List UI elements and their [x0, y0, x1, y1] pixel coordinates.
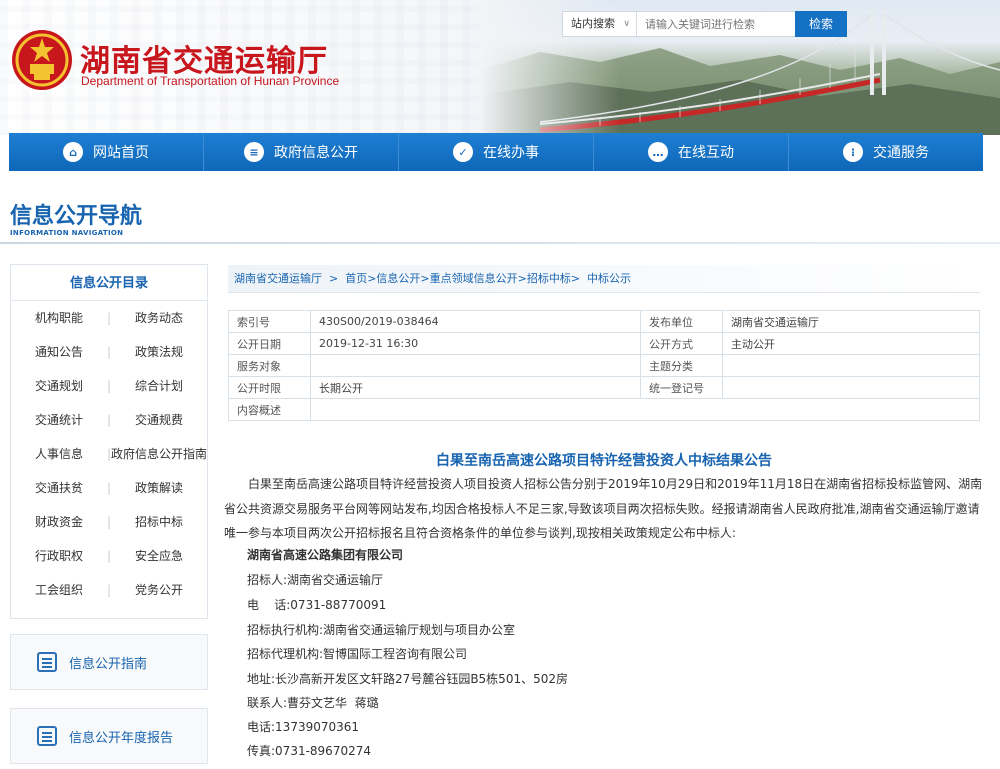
article-line: 电话:13739070361 [247, 720, 360, 734]
nav-item-traffic-services[interactable]: ⁝ 交通服务 [789, 133, 983, 171]
catalog-row: 交通规划 | 综合计划 [11, 369, 207, 403]
meta-row: 公开时限 长期公开 统一登记号 [228, 376, 980, 399]
catalog-link[interactable]: 交通规费 [111, 403, 207, 437]
section-subtitle: INFORMATION NAVIGATION [10, 229, 124, 237]
meta-label: 主题分类 [640, 354, 723, 377]
meta-label: 统一登记号 [640, 376, 723, 399]
check-icon: ✓ [453, 142, 473, 162]
article-body: 白果至南岳高速公路项目特许经营投资人项目投资人招标公告分别于2019年10月29… [224, 477, 983, 540]
national-emblem-logo [12, 30, 72, 90]
meta-row: 公开日期 2019-12-31 16:30 公开方式 主动公开 [228, 332, 980, 355]
catalog-link[interactable]: 综合计划 [111, 369, 207, 403]
meta-label: 公开方式 [640, 332, 723, 355]
meta-row: 服务对象 主题分类 [228, 354, 980, 377]
home-icon: ⌂ [63, 142, 83, 162]
catalog-link[interactable]: 人事信息 [11, 437, 107, 471]
document-icon: ≡ [244, 142, 264, 162]
meta-label: 索引号 [228, 310, 311, 333]
chat-icon: … [648, 142, 668, 162]
meta-value: 2019-12-31 16:30 [310, 332, 641, 355]
catalog-link[interactable]: 交通规划 [11, 369, 107, 403]
meta-value: 430S00/2019-038464 [310, 310, 641, 333]
article-title: 白果至南岳高速公路项目特许经营投资人中标结果公告 [436, 453, 772, 469]
nav-item-online-services[interactable]: ✓ 在线办事 [399, 133, 594, 171]
meta-value [310, 354, 641, 377]
meta-value [310, 398, 980, 421]
sidebar-catalog: 信息公开目录 机构职能 | 政务动态 通知公告 | 政策法规 交通规划 | 综合计划 交通统… [10, 264, 208, 619]
catalog-row: 工会组织 | 党务公开 [11, 573, 207, 607]
catalog-link[interactable]: 政务动态 [111, 301, 207, 335]
search-scope-select[interactable]: 站内搜索 ∨ [563, 12, 637, 36]
meta-label: 内容概述 [228, 398, 311, 421]
catalog-row: 交通扶贫 | 政策解读 [11, 471, 207, 505]
search-input[interactable] [637, 12, 795, 36]
catalog-row: 行政职权 | 安全应急 [11, 539, 207, 573]
search-button[interactable]: 检索 [795, 11, 847, 37]
article-line: 地址:长沙高新开发区文轩路27号麓谷钰园B5栋501、502房 [247, 672, 568, 686]
catalog-link[interactable]: 交通统计 [11, 403, 107, 437]
nav-item-label: 在线办事 [483, 145, 539, 161]
catalog-link[interactable]: 政府信息公开指南 [111, 437, 207, 471]
search-scope-label: 站内搜索 [571, 17, 615, 30]
catalog-link[interactable]: 行政职权 [11, 539, 107, 573]
catalog-row: 交通统计 | 交通规费 [11, 403, 207, 437]
nav-item-label: 在线互动 [678, 145, 734, 161]
nav-item-interaction[interactable]: … 在线互动 [594, 133, 789, 171]
article-line: 电 话:0731-88770091 [247, 598, 387, 612]
meta-value [722, 376, 980, 399]
info-guide-label: 信息公开指南 [69, 656, 148, 672]
catalog-link[interactable]: 党务公开 [111, 573, 207, 607]
annual-report-label: 信息公开年度报告 [69, 730, 174, 746]
article-line: 招标人:湖南省交通运输厅 [247, 573, 384, 587]
meta-label: 服务对象 [228, 354, 311, 377]
breadcrumb[interactable]: 湖南省交通运输厅 > 首页>信息公开>重点领域信息公开>招标中标> 中标公示 [228, 265, 980, 293]
search-bar: 站内搜索 ∨ 检索 [562, 11, 847, 37]
catalog-row: 通知公告 | 政策法规 [11, 335, 207, 369]
meta-row: 索引号 430S00/2019-038464 发布单位 湖南省交通运输厅 [228, 310, 980, 333]
meta-table: 索引号 430S00/2019-038464 发布单位 湖南省交通运输厅 公开日… [228, 310, 980, 421]
chevron-down-icon: ∨ [623, 19, 630, 29]
meta-value [722, 354, 980, 377]
meta-value: 长期公开 [310, 376, 641, 399]
main-nav: ⌂ 网站首页 ≡ 政府信息公开 ✓ 在线办事 … 在线互动 ⁝ 交通服务 [9, 133, 983, 171]
header-banner: 湖南省交通运输厅 Department of Transportation of… [0, 0, 1000, 135]
nav-item-home[interactable]: ⌂ 网站首页 [9, 133, 204, 171]
article-line: 联系人:曹芬文艺华 蒋璐 [247, 696, 379, 710]
list-icon [37, 652, 57, 672]
info-guide-link[interactable]: 信息公开指南 [10, 634, 208, 690]
catalog-link[interactable]: 财政资金 [11, 505, 107, 539]
nav-item-label: 交通服务 [873, 145, 929, 161]
catalog-title: 信息公开目录 [11, 265, 207, 301]
meta-value: 主动公开 [722, 332, 980, 355]
article-line: 招标代理机构:智博国际工程咨询有限公司 [247, 647, 468, 661]
report-icon [37, 726, 57, 746]
annual-report-link[interactable]: 信息公开年度报告 [10, 708, 208, 764]
catalog-row: 财政资金 | 招标中标 [11, 505, 207, 539]
catalog-link[interactable]: 政策法规 [111, 335, 207, 369]
catalog-link[interactable]: 安全应急 [111, 539, 207, 573]
nav-item-label: 政府信息公开 [274, 145, 358, 161]
catalog-row: 人事信息 | 政府信息公开指南 [11, 437, 207, 471]
traffic-light-icon: ⁝ [843, 142, 863, 162]
section-divider [0, 242, 1000, 244]
nav-item-label: 网站首页 [93, 145, 149, 161]
meta-label: 公开日期 [228, 332, 311, 355]
catalog-link[interactable]: 工会组织 [11, 573, 107, 607]
meta-value: 湖南省交通运输厅 [722, 310, 980, 333]
meta-label: 公开时限 [228, 376, 311, 399]
nav-item-gov-info[interactable]: ≡ 政府信息公开 [204, 133, 399, 171]
winner-name: 湖南省高速公路集团有限公司 [247, 548, 404, 562]
site-subtitle: Department of Transportation of Hunan Pr… [81, 74, 340, 88]
section-title: 信息公开导航 [10, 203, 143, 229]
catalog-link[interactable]: 机构职能 [11, 301, 107, 335]
article-line: 招标执行机构:湖南省交通运输厅规划与项目办公室 [247, 623, 516, 637]
article-line: 传真:0731-89670274 [247, 744, 371, 758]
catalog-link[interactable]: 交通扶贫 [11, 471, 107, 505]
catalog-link[interactable]: 招标中标 [111, 505, 207, 539]
meta-row: 内容概述 [228, 398, 980, 421]
meta-label: 发布单位 [640, 310, 723, 333]
catalog-link[interactable]: 通知公告 [11, 335, 107, 369]
catalog-row: 机构职能 | 政务动态 [11, 301, 207, 335]
catalog-link[interactable]: 政策解读 [111, 471, 207, 505]
